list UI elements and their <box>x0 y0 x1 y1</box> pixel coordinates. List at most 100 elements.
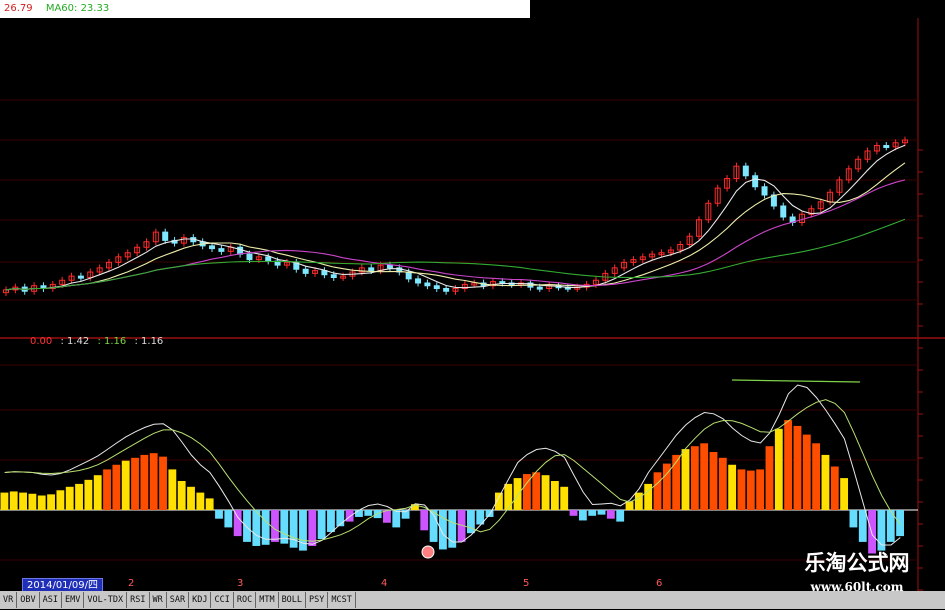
hist-bar-positive <box>765 446 774 510</box>
tab-asi[interactable]: ASI <box>40 592 62 608</box>
hist-bar-positive <box>681 449 690 510</box>
hist-bar-positive <box>821 454 830 510</box>
hist-bar-positive <box>37 495 46 510</box>
stock-chart-window: 26.79 MA60: 23.33 0.00 : 1.42 : 1.16 : 1… <box>0 0 945 609</box>
hist-bar-positive <box>75 483 83 510</box>
hist-bar-positive <box>709 452 718 510</box>
candle-down <box>321 270 328 276</box>
indicator-value-3: : 1.16 <box>134 336 164 347</box>
hist-bar-negative <box>224 510 233 528</box>
hist-bar-positive <box>830 466 839 510</box>
candle-down <box>265 256 272 262</box>
tab-cci[interactable]: CCI <box>211 592 234 608</box>
hist-bar-positive <box>149 453 158 510</box>
month-label-5: 5 <box>523 578 530 589</box>
watermark-title: 乐淘公式网 <box>804 551 910 575</box>
hist-bar-positive <box>802 434 811 510</box>
month-label-4: 4 <box>381 578 388 589</box>
hist-bar-positive <box>625 501 634 510</box>
hist-bar-positive <box>532 472 541 510</box>
signal-horizontal-line <box>731 379 861 383</box>
hist-bar-positive <box>644 483 653 510</box>
candle-down <box>246 253 253 261</box>
hist-bar-positive <box>187 486 195 510</box>
candle-down <box>330 274 337 278</box>
tab-kdj[interactable]: KDJ <box>189 592 212 608</box>
candle-down <box>752 175 759 188</box>
month-label-2: 2 <box>128 578 135 589</box>
tab-boll[interactable]: BOLL <box>279 592 307 608</box>
candle-down <box>162 231 169 241</box>
hist-bar-positive <box>672 454 681 510</box>
ma5-line <box>5 144 906 291</box>
hist-bar-negative <box>327 510 335 533</box>
hist-bar-negative <box>420 510 429 531</box>
hist-bar-positive <box>28 493 37 510</box>
hist-bar-positive <box>103 469 111 510</box>
hist-bar-negative <box>345 510 354 522</box>
tab-psy[interactable]: PSY <box>306 592 329 608</box>
tab-wr[interactable]: WR <box>150 592 167 608</box>
hist-bar-positive <box>9 491 18 510</box>
ma10-line <box>5 162 906 291</box>
hist-bar-negative <box>485 510 494 517</box>
hist-bar-positive <box>177 481 186 510</box>
hist-bar-positive <box>634 492 643 510</box>
tab-vol-tdx[interactable]: VOL-TDX <box>84 592 128 608</box>
ma-header-bar: 26.79 MA60: 23.33 <box>0 0 530 18</box>
tab-sar[interactable]: SAR <box>167 592 190 608</box>
hist-bar-positive <box>793 425 802 510</box>
hist-bar-positive <box>19 492 27 510</box>
candle-down <box>77 275 84 279</box>
candle-down <box>536 286 543 290</box>
hist-bar-negative <box>606 510 615 519</box>
watermark-url: www.60lt.com <box>810 580 904 594</box>
hist-bar-positive <box>84 479 93 510</box>
candle-down <box>386 264 393 269</box>
hist-bar-negative <box>868 510 877 554</box>
month-label-3: 3 <box>237 578 244 589</box>
candle-down <box>209 245 216 250</box>
hist-bar-positive <box>774 428 783 510</box>
indicator-value-0: 0.00 <box>30 336 53 347</box>
hist-bar-positive <box>168 469 177 510</box>
tab-mtm[interactable]: MTM <box>256 592 279 608</box>
tab-emv[interactable]: EMV <box>62 592 85 608</box>
tab-vr[interactable]: VR <box>0 592 18 608</box>
hist-bar-negative <box>849 510 858 528</box>
candle-down <box>218 248 225 252</box>
hist-bar-positive <box>560 486 569 510</box>
candle-down <box>883 145 890 148</box>
hist-bar-positive <box>131 457 139 510</box>
hist-bar-positive <box>653 472 662 510</box>
candle-down <box>742 165 749 177</box>
hist-bar-negative <box>597 510 606 515</box>
hist-bar-negative <box>233 510 242 537</box>
hist-bar-positive <box>550 481 559 510</box>
hist-bar-positive <box>840 478 849 510</box>
hist-bar-positive <box>690 446 699 510</box>
hist-bar-negative <box>569 510 578 516</box>
hist-bar-negative <box>578 510 587 521</box>
chart-canvas[interactable] <box>0 0 945 609</box>
hist-bar-negative <box>616 510 625 522</box>
hist-bar-positive <box>121 460 130 510</box>
hist-bar-positive <box>112 464 121 510</box>
tab-rsi[interactable]: RSI <box>127 592 150 608</box>
hist-bar-positive <box>700 443 709 510</box>
hist-bar-negative <box>858 510 867 542</box>
tab-obv[interactable]: OBV <box>17 592 40 608</box>
hist-bar-negative <box>317 510 326 539</box>
tab-mcst[interactable]: MCST <box>328 592 356 608</box>
hist-bar-positive <box>65 486 74 510</box>
hist-bar-positive <box>504 483 513 510</box>
hist-bar-negative <box>289 510 298 548</box>
hist-bar-positive <box>159 456 167 510</box>
candle-down <box>780 205 787 218</box>
hist-bar-positive <box>140 454 149 510</box>
tab-roc[interactable]: ROC <box>234 592 257 608</box>
hist-bar-negative <box>215 510 223 519</box>
hist-bar-positive <box>737 469 746 510</box>
hist-bar-positive <box>56 490 65 510</box>
hist-bar-positive <box>812 443 821 510</box>
